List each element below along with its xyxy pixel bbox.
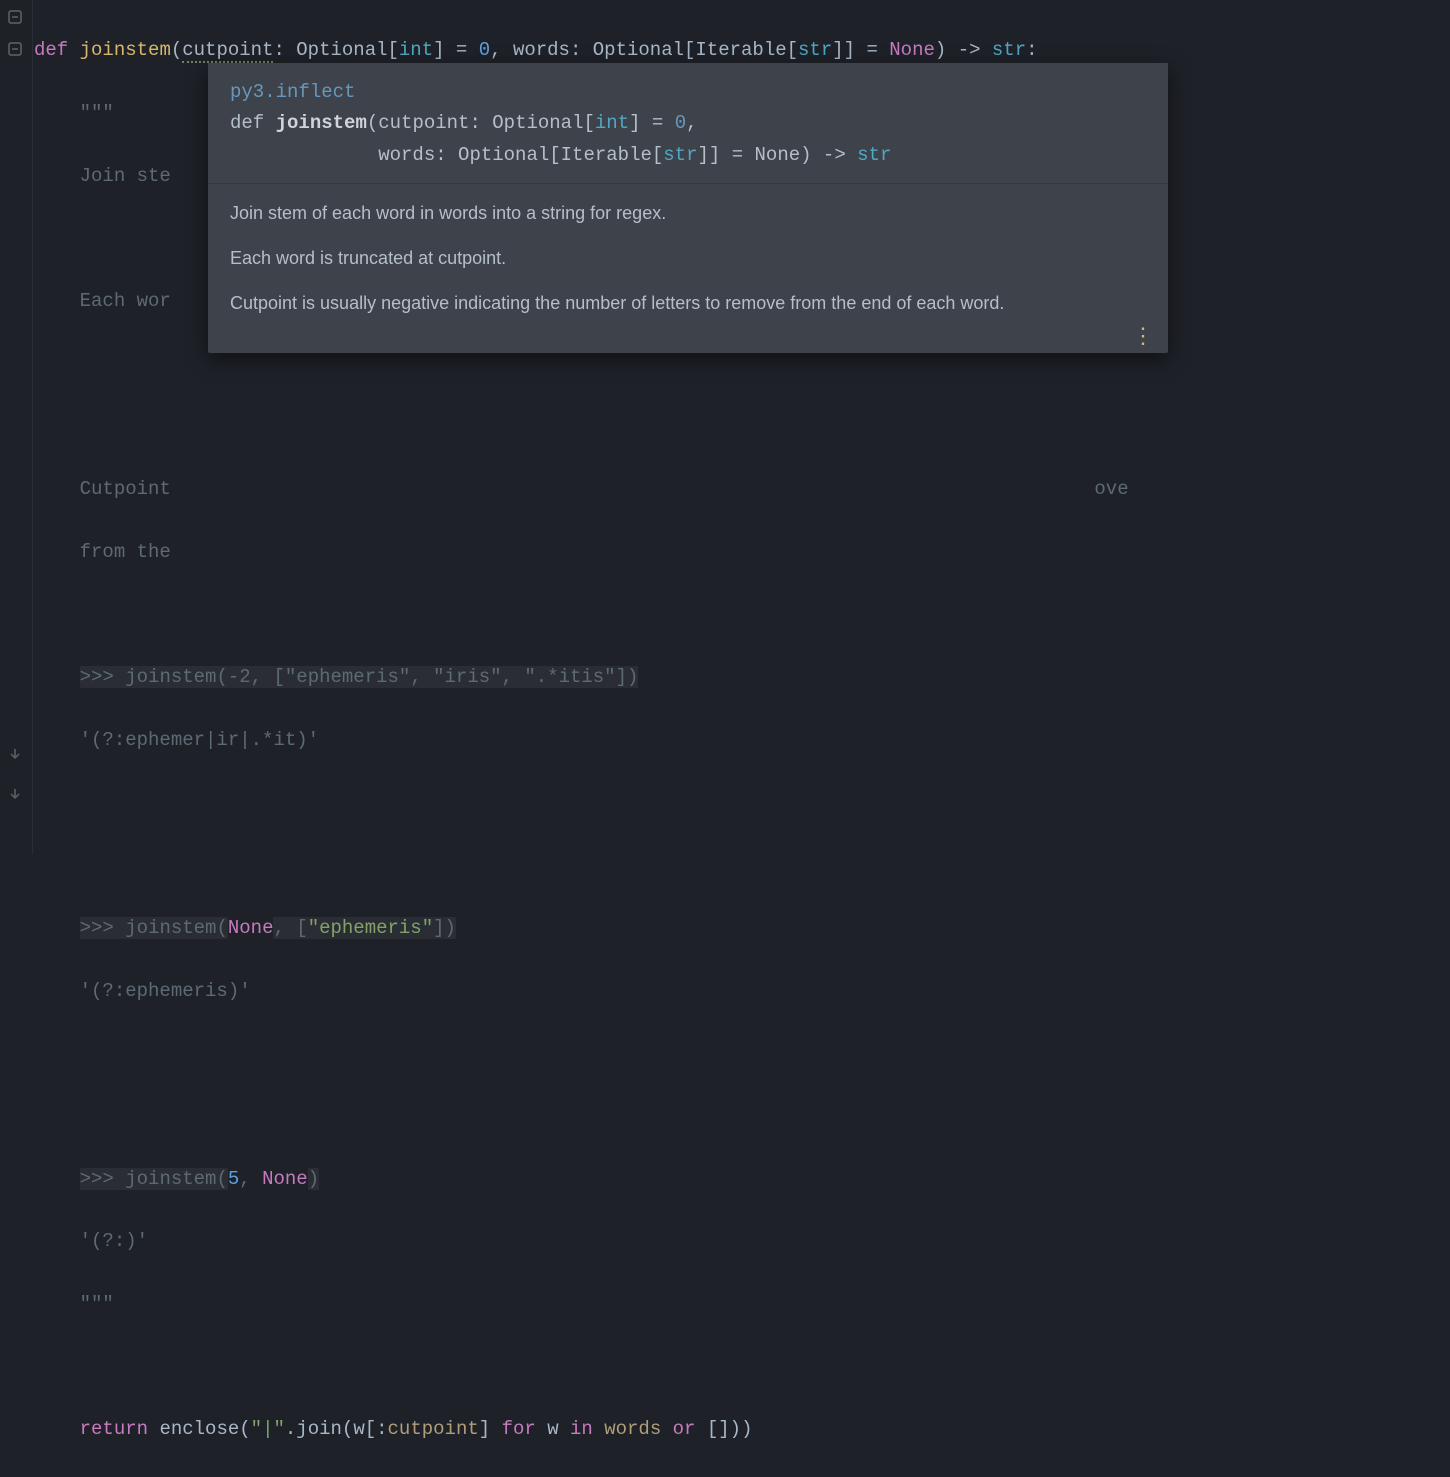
fold-end-icon[interactable] bbox=[8, 788, 22, 802]
code-line[interactable]: def joinstem(cutpoint: Optional[int] = 0… bbox=[34, 35, 1129, 66]
tooltip-paragraph: Join stem of each word in words into a s… bbox=[230, 200, 1146, 227]
tooltip-function-name: joinstem bbox=[276, 112, 367, 134]
more-actions-icon[interactable]: ⋮ bbox=[1132, 332, 1154, 341]
code-line[interactable] bbox=[34, 850, 1129, 881]
code-line[interactable] bbox=[34, 1101, 1129, 1132]
fold-minus-icon[interactable] bbox=[8, 10, 22, 24]
param-cutpoint: cutpoint bbox=[182, 39, 273, 63]
doctest-prompt: >>> bbox=[80, 1168, 114, 1190]
fold-end-icon[interactable] bbox=[8, 748, 22, 762]
code-line[interactable] bbox=[34, 411, 1129, 442]
keyword-return: return bbox=[80, 1418, 148, 1440]
code-line[interactable] bbox=[34, 1038, 1129, 1069]
doctest-output: '(?:ephemer|ir|.*it)' bbox=[80, 729, 319, 751]
code-line[interactable]: """ bbox=[34, 1289, 1129, 1320]
keyword-def: def bbox=[34, 39, 68, 61]
doctest-output: '(?:ephemeris)' bbox=[80, 980, 251, 1002]
code-line[interactable] bbox=[34, 600, 1129, 631]
code-line[interactable]: '(?:)' bbox=[34, 1226, 1129, 1257]
docstring-text: Join ste bbox=[80, 165, 171, 187]
function-name: joinstem bbox=[80, 39, 171, 61]
docstring-text: Each wor bbox=[80, 290, 171, 312]
docstring-open: """ bbox=[80, 102, 114, 124]
code-line[interactable]: >>> joinstem(5, None) bbox=[34, 1164, 1129, 1195]
doctest-prompt: >>> bbox=[80, 666, 114, 688]
code-line[interactable]: >>> joinstem(-2, ["ephemeris", "iris", "… bbox=[34, 662, 1129, 693]
tooltip-body: Join stem of each word in words into a s… bbox=[208, 184, 1168, 353]
param-words: words bbox=[513, 39, 570, 61]
code-line[interactable]: '(?:ephemeris)' bbox=[34, 976, 1129, 1007]
call-enclose: enclose bbox=[159, 1418, 239, 1440]
docstring-text: from the bbox=[80, 541, 171, 563]
docstring-text: Cutpoint bbox=[80, 478, 171, 500]
code-line[interactable] bbox=[34, 1352, 1129, 1383]
tooltip-signature: py3.inflect def joinstem(cutpoint: Optio… bbox=[208, 63, 1168, 184]
code-line[interactable] bbox=[34, 788, 1129, 819]
doctest-output: '(?:)' bbox=[80, 1230, 148, 1252]
code-line[interactable]: from the bbox=[34, 537, 1129, 568]
tooltip-paragraph: Each word is truncated at cutpoint. bbox=[230, 245, 1146, 272]
code-line[interactable]: Cutpoint ove bbox=[34, 474, 1129, 505]
editor-gutter bbox=[0, 0, 33, 854]
doctest-prompt: >>> bbox=[80, 917, 114, 939]
code-line[interactable] bbox=[34, 349, 1129, 380]
docstring-close: """ bbox=[80, 1293, 114, 1315]
tooltip-module: py3.inflect bbox=[230, 81, 355, 103]
tooltip-paragraph: Cutpoint is usually negative indicating … bbox=[230, 290, 1146, 317]
code-line[interactable]: '(?:ephemer|ir|.*it)' bbox=[34, 725, 1129, 756]
fold-minus-icon[interactable] bbox=[8, 42, 22, 56]
documentation-tooltip: py3.inflect def joinstem(cutpoint: Optio… bbox=[208, 63, 1168, 353]
code-line[interactable]: return enclose("|".join(w[:cutpoint] for… bbox=[34, 1414, 1129, 1445]
code-line[interactable]: >>> joinstem(None, ["ephemeris"]) bbox=[34, 913, 1129, 944]
